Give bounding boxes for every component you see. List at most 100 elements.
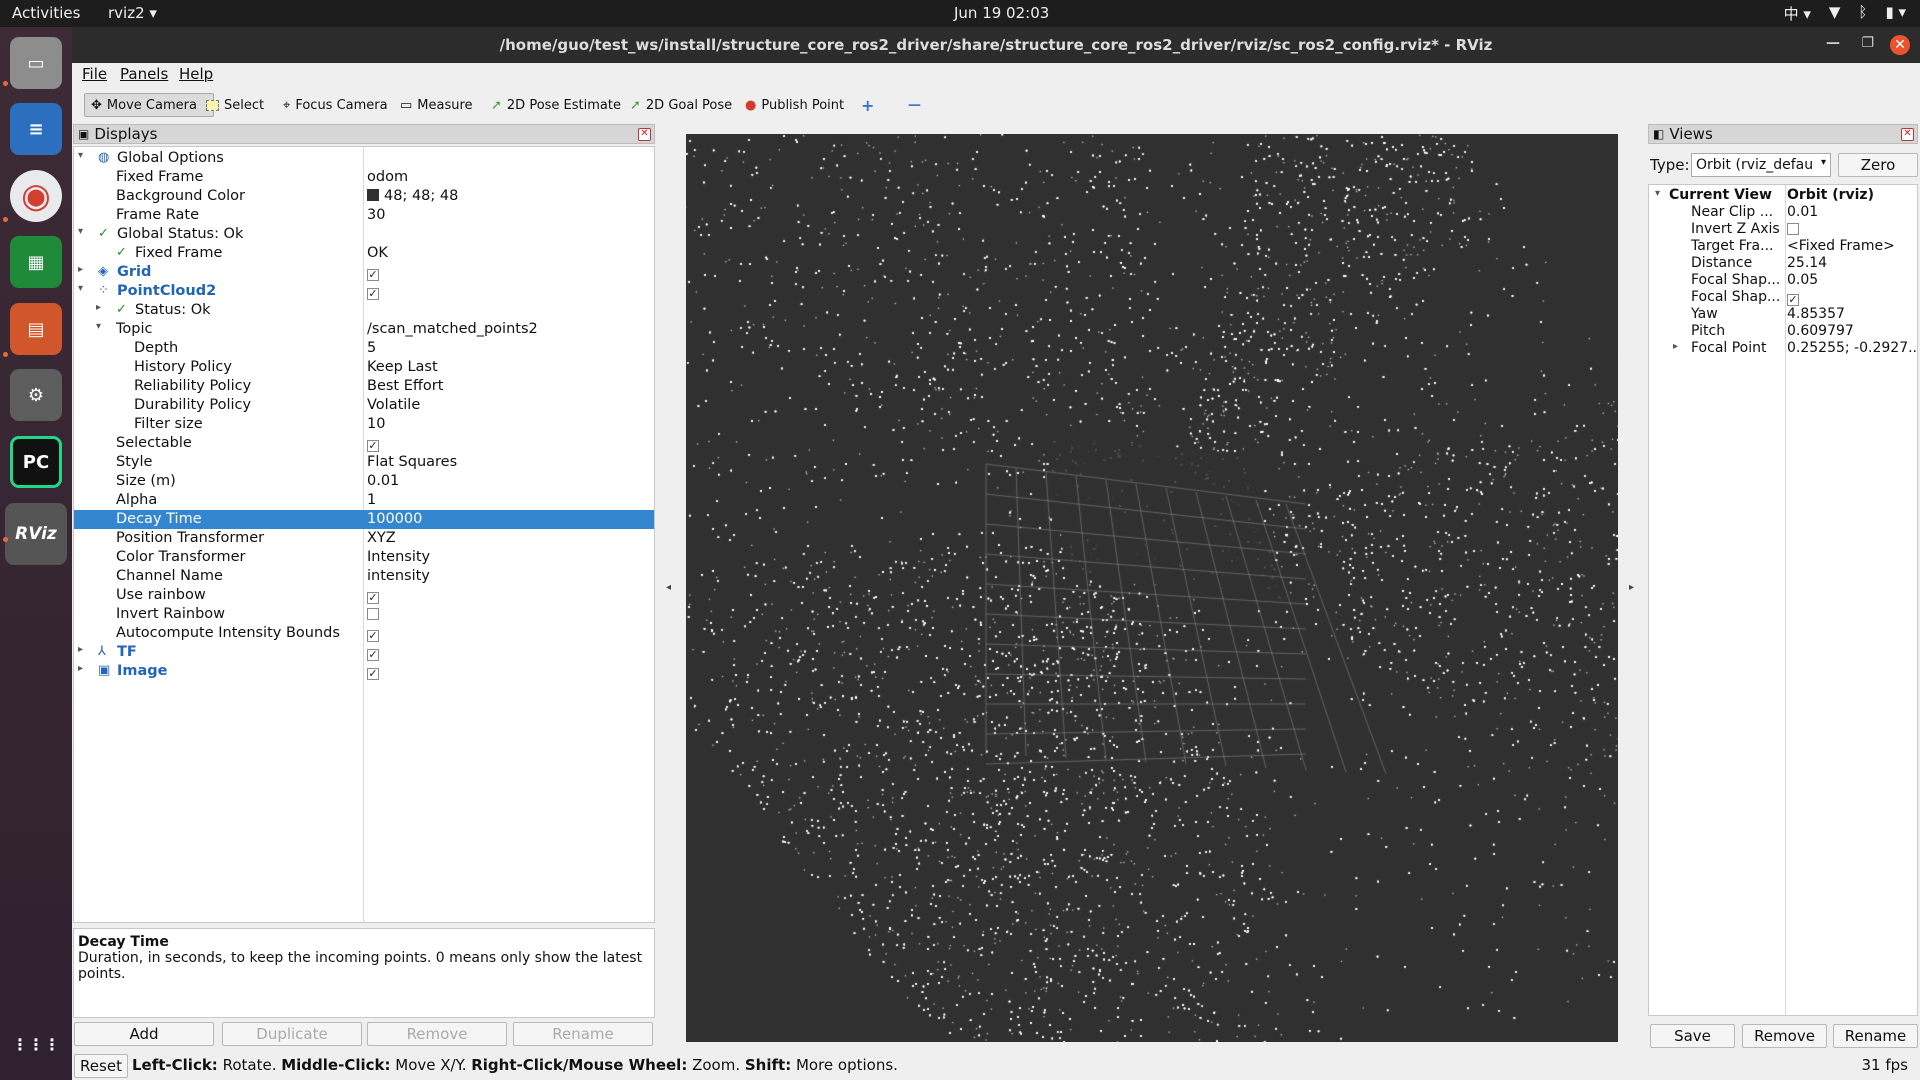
property-value[interactable]: 100000	[367, 511, 422, 527]
property-value[interactable]: 5	[367, 340, 376, 356]
add-tool-button[interactable]: +	[855, 93, 880, 117]
property-value[interactable]: 0.01	[367, 473, 399, 489]
checkbox[interactable]	[1787, 223, 1799, 235]
pycharm-icon[interactable]: PC	[10, 436, 62, 488]
view-row[interactable]: ▸ Focal Point 0.25255; -0.2927...	[1649, 340, 1917, 357]
move-camera-tool[interactable]: ✥ Move Camera	[84, 93, 214, 117]
display-row[interactable]: Decay Time 100000	[74, 510, 654, 529]
property-value[interactable]: ✓	[367, 625, 379, 642]
checkbox[interactable]: ✓	[367, 668, 379, 680]
view-property-value[interactable]	[1787, 221, 1799, 237]
view-row[interactable]: Near Clip ... 0.01	[1649, 204, 1917, 221]
display-row[interactable]: History Policy Keep Last	[74, 358, 654, 377]
impress-icon[interactable]: ▤	[10, 303, 62, 355]
publish-point-tool[interactable]: ● Publish Point	[739, 93, 850, 117]
measure-tool[interactable]: ▭ Measure	[394, 93, 479, 117]
add-display-button[interactable]: Add	[74, 1022, 214, 1046]
app-menu[interactable]: rviz2 ▾	[108, 4, 157, 22]
collapse-left-icon[interactable]: ◂	[666, 582, 671, 593]
menu-file[interactable]: File	[82, 65, 107, 83]
property-value[interactable]: 1	[367, 492, 376, 508]
activities-button[interactable]: Activities	[12, 4, 80, 22]
close-panel-icon[interactable]: ✕	[638, 128, 651, 141]
checkbox[interactable]: ✓	[367, 288, 379, 300]
view-property-value[interactable]: 25.14	[1787, 255, 1827, 271]
files-icon[interactable]: ▭	[10, 37, 62, 89]
view-property-value[interactable]: <Fixed Frame>	[1787, 238, 1895, 254]
property-value[interactable]: ✓	[367, 435, 379, 452]
apps-grid-icon[interactable]: ⋮⋮⋮	[10, 1018, 62, 1070]
expand-arrow-icon[interactable]: ▸	[1673, 341, 1678, 352]
display-row[interactable]: Background Color 48; 48; 48	[74, 187, 654, 206]
remove-display-button[interactable]: Remove	[367, 1022, 507, 1046]
display-row[interactable]: Color Transformer Intensity	[74, 548, 654, 567]
display-row[interactable]: Size (m) 0.01	[74, 472, 654, 491]
display-row[interactable]: Frame Rate 30	[74, 206, 654, 225]
property-value[interactable]: ✓	[367, 644, 379, 661]
display-row[interactable]: ▾ ⁘ PointCloud2 ✓	[74, 282, 654, 301]
select-tool[interactable]: Select	[200, 93, 270, 117]
property-value[interactable]: Flat Squares	[367, 454, 457, 470]
view-type-select[interactable]: Orbit (rviz_defau ▾	[1691, 153, 1831, 177]
property-value[interactable]: Best Effort	[367, 378, 443, 394]
expand-arrow-icon[interactable]: ▾	[96, 321, 101, 332]
display-row[interactable]: ▸ ◈ Grid ✓	[74, 263, 654, 282]
property-value[interactable]	[367, 606, 379, 622]
menu-help[interactable]: Help	[179, 65, 213, 83]
maximize-icon[interactable]: ❐	[1861, 35, 1874, 51]
expand-arrow-icon[interactable]: ▾	[78, 226, 83, 237]
checkbox[interactable]: ✓	[367, 592, 379, 604]
network-icon[interactable]: ▼	[1829, 3, 1841, 24]
display-row[interactable]: Alpha 1	[74, 491, 654, 510]
3d-viewport[interactable]	[686, 134, 1618, 1042]
display-row[interactable]: Depth 5	[74, 339, 654, 358]
input-method-indicator[interactable]: 中 ▾	[1784, 3, 1811, 24]
view-row[interactable]: Focal Shap... 0.05	[1649, 272, 1917, 289]
close-window-icon[interactable]: ✕	[1890, 35, 1910, 55]
expand-arrow-icon[interactable]: ▸	[78, 644, 83, 655]
display-row[interactable]: Use rainbow ✓	[74, 586, 654, 605]
expand-arrow-icon[interactable]: ▸	[78, 264, 83, 275]
display-row[interactable]: Durability Policy Volatile	[74, 396, 654, 415]
view-property-value[interactable]: 4.85357	[1787, 306, 1845, 322]
clock[interactable]: Jun 19 02:03	[954, 4, 1049, 22]
pose-estimate-tool[interactable]: ➚ 2D Pose Estimate	[485, 93, 627, 117]
calc-icon[interactable]: ▦	[10, 236, 62, 288]
expand-arrow-icon[interactable]: ▾	[78, 150, 83, 161]
property-value[interactable]: 30	[367, 207, 385, 223]
view-property-value[interactable]: 0.609797	[1787, 323, 1854, 339]
property-value[interactable]: ✓	[367, 283, 379, 300]
displays-tree[interactable]: ▾ ◍ Global Options Fixed Frame odom Backgroun…	[73, 146, 655, 923]
reset-button[interactable]: Reset	[74, 1054, 128, 1078]
display-row[interactable]: Position Transformer XYZ	[74, 529, 654, 548]
zero-button[interactable]: Zero	[1838, 153, 1918, 177]
writer-icon[interactable]: ≡	[10, 103, 62, 155]
view-row[interactable]: Target Fra... <Fixed Frame>	[1649, 238, 1917, 255]
rename-display-button[interactable]: Rename	[513, 1022, 653, 1046]
expand-arrow-icon[interactable]: ▸	[78, 663, 83, 674]
minimize-icon[interactable]: —	[1826, 35, 1840, 51]
system-tray[interactable]: 中 ▾ ▼ ᛒ ▮ ▾	[1784, 3, 1906, 24]
expand-arrow-icon[interactable]: ▸	[96, 302, 101, 313]
view-row[interactable]: ▾ Current View Orbit (rviz)	[1649, 187, 1917, 204]
view-property-value[interactable]: 0.05	[1787, 272, 1818, 288]
property-value[interactable]: Intensity	[367, 549, 430, 565]
checkbox[interactable]: ✓	[1787, 294, 1799, 306]
property-value[interactable]: ✓	[367, 587, 379, 604]
view-row[interactable]: Focal Shap... ✓	[1649, 289, 1917, 306]
checkbox[interactable]: ✓	[367, 269, 379, 281]
display-row[interactable]: Filter size 10	[74, 415, 654, 434]
display-row[interactable]: Style Flat Squares	[74, 453, 654, 472]
property-value[interactable]: XYZ	[367, 530, 396, 546]
settings-icon[interactable]: ⚙	[10, 369, 62, 421]
expand-arrow-icon[interactable]: ▾	[78, 283, 83, 294]
duplicate-display-button[interactable]: Duplicate	[222, 1022, 362, 1046]
display-row[interactable]: ▸ ⅄ TF ✓	[74, 643, 654, 662]
chrome-icon[interactable]: ◉	[10, 170, 62, 222]
rviz-icon[interactable]: RViz	[5, 503, 67, 565]
view-row[interactable]: Distance 25.14	[1649, 255, 1917, 272]
bluetooth-icon[interactable]: ᛒ	[1858, 3, 1867, 24]
property-value[interactable]: OK	[367, 245, 388, 261]
display-row[interactable]: ▸ ✓ Status: Ok	[74, 301, 654, 320]
menu-panels[interactable]: Panels	[120, 65, 168, 83]
